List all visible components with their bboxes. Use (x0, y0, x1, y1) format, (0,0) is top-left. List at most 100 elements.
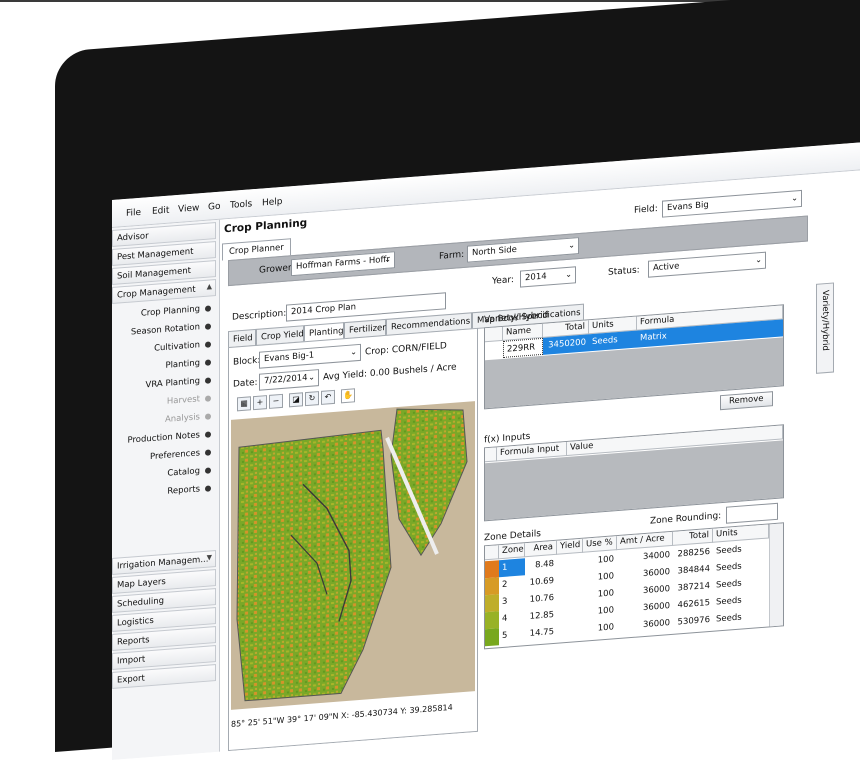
year-select-value: 2014 (525, 271, 547, 284)
variety-name-cell[interactable]: 229RR (503, 337, 543, 358)
sidebar-item-harvest[interactable]: Harvest (167, 390, 211, 410)
nav-advisor-label: Advisor (117, 231, 149, 244)
zone-cell-zone[interactable]: 2 (499, 575, 525, 594)
sidebar-item-label: Preferences (150, 448, 200, 463)
remove-button[interactable]: Remove (720, 391, 773, 411)
zone-cell-zone[interactable]: 1 (499, 558, 525, 578)
field-select-value: Evans Big (667, 200, 709, 214)
grower-label: Grower: (259, 262, 295, 276)
chevron-down-icon[interactable]: ▼ (207, 553, 212, 561)
planting-panel: Block: Evans Big-1 ⌄ Crop: CORN/FIELD Dat… (228, 327, 478, 752)
nav-irrigation-label: Irrigation Managem... (117, 554, 209, 572)
sidebar-item-label: Planting (165, 358, 200, 371)
pan-hand-icon[interactable]: ✋ (341, 388, 355, 404)
farm-label: Farm: (439, 249, 465, 262)
zone-color-swatch (485, 628, 499, 647)
avg-yield-text: Avg Yield: 0.00 Bushels / Acre (323, 362, 457, 383)
menu-tools[interactable]: Tools (230, 199, 252, 211)
nav-map-layers-label: Map Layers (117, 576, 166, 591)
app-window: File Edit View Go Tools Help Advisor Pes… (112, 141, 860, 760)
sidebar-item-catalog[interactable]: Catalog (167, 462, 211, 482)
zone-cell-yield[interactable] (557, 605, 583, 624)
nav-pest-label: Pest Management (117, 246, 194, 263)
date-label: Date: (233, 377, 258, 390)
zoom-out-icon[interactable]: − (269, 393, 283, 409)
block-select-value: Evans Big-1 (264, 350, 315, 365)
zone-cell-use[interactable]: 100 (583, 619, 617, 639)
sidebar-item-label: Production Notes (127, 430, 200, 446)
zone-color-swatch (485, 577, 499, 596)
status-dot-icon (205, 448, 211, 456)
zone-color-swatch (485, 560, 499, 579)
full-extent-icon[interactable]: ◪ (289, 392, 303, 408)
status-dot-icon (205, 376, 211, 384)
zone-col-area[interactable]: Area (525, 540, 557, 558)
sidebar-item-label: Reports (167, 484, 200, 497)
zone-col-use[interactable]: Use % (583, 536, 617, 553)
select-icon[interactable]: ▦ (237, 396, 251, 412)
status-dot-icon (205, 430, 211, 438)
chevron-down-icon: ⌄ (565, 269, 572, 280)
year-select[interactable]: 2014 ⌄ (520, 266, 576, 288)
tab-variety-hybrid-side[interactable]: Variety/Hybrid (816, 282, 834, 374)
zone-scrollbar[interactable] (769, 523, 783, 627)
chevron-down-icon: ⌄ (755, 254, 762, 265)
zone-cell-total[interactable]: 530976 (673, 612, 713, 632)
sidebar-item-label: VRA Planting (145, 376, 200, 391)
zone-cell-yield[interactable] (557, 622, 583, 641)
zone-rounding-input[interactable] (726, 502, 778, 524)
zone-col-yield[interactable]: Yield (557, 538, 583, 555)
menu-file[interactable]: File (126, 208, 141, 219)
undo-icon[interactable]: ↶ (321, 389, 335, 405)
sidebar-item-planting[interactable]: Planting (165, 354, 211, 375)
farm-select[interactable]: North Side ⌄ (467, 237, 579, 263)
zone-color-swatch (485, 611, 499, 630)
grower-select[interactable]: Hoffman Farms - Hoffr ⌄ (291, 251, 395, 277)
row-header (485, 545, 499, 561)
nav-scheduling-label: Scheduling (117, 596, 164, 610)
field-select[interactable]: Evans Big ⌄ (662, 189, 802, 218)
monitor: File Edit View Go Tools Help Advisor Pes… (0, 0, 860, 760)
block-select[interactable]: Evans Big-1 ⌄ (259, 343, 361, 369)
zone-color-swatch (485, 594, 499, 613)
zone-cell-area[interactable]: 14.75 (525, 624, 557, 643)
zoom-in-icon[interactable]: + (253, 395, 267, 411)
row-header (485, 326, 503, 343)
status-dot-icon (205, 394, 211, 402)
zone-cell-zone[interactable]: 4 (499, 609, 525, 628)
zone-cell-yield[interactable] (557, 571, 583, 590)
variety-total-cell: 3450200 (548, 337, 586, 351)
zone-cell-yield[interactable] (557, 588, 583, 607)
status-select[interactable]: Active ⌄ (648, 251, 766, 278)
sidebar-item-label: Crop Planning (140, 304, 200, 319)
zone-cell-yield[interactable] (557, 554, 583, 573)
zone-col-zone[interactable]: Zone (499, 543, 525, 560)
status-dot-icon (205, 412, 211, 420)
refresh-icon[interactable]: ↻ (305, 391, 319, 407)
nav-logistics-label: Logistics (117, 615, 154, 629)
field-map[interactable] (231, 401, 475, 710)
sidebar-item-analysis[interactable]: Analysis (165, 408, 211, 429)
chevron-down-icon: ⌄ (384, 254, 391, 265)
date-picker[interactable]: 7/22/2014 ⌄ (259, 369, 319, 391)
block-label: Block: (233, 355, 261, 368)
sidebar-item-label: Cultivation (154, 340, 200, 354)
nav-crop-label: Crop Management (117, 284, 196, 301)
nav-import-label: Import (117, 654, 146, 667)
menu-view[interactable]: View (178, 203, 199, 215)
status-dot-icon (205, 466, 211, 474)
zone-cell-zone[interactable]: 5 (499, 626, 525, 645)
menu-edit[interactable]: Edit (152, 206, 169, 217)
sidebar-item-reports[interactable]: Reports (167, 480, 211, 500)
zone-cell-zone[interactable]: 3 (499, 592, 525, 611)
zone-rounding-label: Zone Rounding: (650, 511, 722, 527)
chevron-down-icon: ⌄ (350, 347, 357, 357)
filter-bar: Grower: Hoffman Farms - Hoffr ⌄ Farm: Nor… (228, 215, 808, 287)
menu-help[interactable]: Help (262, 197, 283, 209)
menu-go[interactable]: Go (208, 202, 220, 213)
chevron-up-icon[interactable]: ▲ (207, 282, 212, 290)
zone-cell-units[interactable]: Seeds (713, 607, 769, 628)
zone-details-grid: Zone Area Yield Use % Amt / Acre Total U… (484, 522, 784, 650)
zone-cell-amt[interactable]: 36000 (617, 615, 673, 636)
sidebar-item-label: Harvest (166, 394, 200, 407)
